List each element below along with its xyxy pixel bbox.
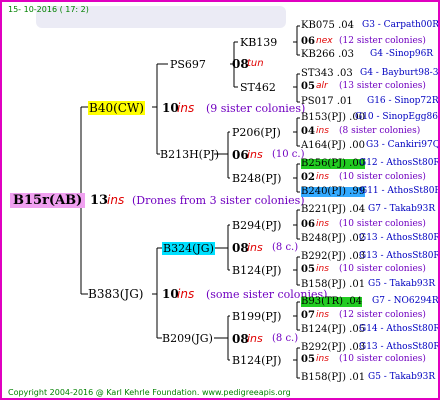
gen2-ins-3: ins	[247, 241, 263, 254]
gen4-id-12[interactable]: B158(PJ) .01	[301, 280, 365, 290]
gen4-line-8: G11 - AthosSt80R	[360, 186, 440, 196]
gen4-line-7: G12 - AthosSt80R	[359, 158, 440, 168]
gen4-line-9: G7 - Takab93R	[368, 204, 436, 214]
gen4-line-1: G3 - Carpath00R	[362, 20, 440, 30]
gen3-queen-2[interactable]: ST462	[240, 82, 276, 93]
gen2-queen-4[interactable]: B209(JG)	[162, 333, 213, 344]
gen2-ins-4: ins	[247, 332, 263, 345]
gen4-id-1[interactable]: KB075 .04	[301, 21, 354, 31]
root-note: (Drones from 3 sister colonies)	[132, 194, 305, 207]
gen4-id-4[interactable]: PS017 .01	[301, 97, 353, 107]
gen3-note-5: (10 sister colonies)	[339, 219, 426, 229]
root-queen[interactable]: B15r(AB)	[10, 193, 86, 208]
gen4-id-10[interactable]: B248(PJ) .02	[301, 234, 365, 244]
gen2-ins-2: ins	[247, 148, 263, 161]
gen3-note-1: (12 sister colonies)	[339, 36, 426, 46]
gen4-line-10: G13 - AthosSt80R	[359, 233, 440, 243]
pedigree-frame: 15- 10-2016 ( 17: 2) B15r(AB) 13 ins (Dr…	[0, 0, 440, 400]
root-ins: ins	[107, 193, 125, 207]
gen2-ins-1: tun	[247, 58, 264, 69]
gen4-line-3: G4 - Bayburt98-3	[360, 68, 439, 78]
gen4-id-3[interactable]: ST343 .03	[301, 69, 353, 79]
gen3-queen-7[interactable]: B199(PJ)	[232, 311, 281, 322]
gen4-id-15[interactable]: B292(PJ) .03	[301, 343, 365, 353]
gen3-queen-5[interactable]: B294(PJ)	[232, 220, 281, 231]
gen3-queen-4[interactable]: B248(PJ)	[232, 173, 281, 184]
gen4-id-11[interactable]: B292(PJ) .03	[301, 252, 365, 262]
gen3-note-6: (10 sister colonies)	[339, 264, 426, 274]
gen3-note-2: (13 sister colonies)	[339, 81, 426, 91]
gen2-note-4: (8 c.)	[272, 333, 299, 344]
gen3-year-7: 07	[301, 310, 315, 321]
gen3-ins-1: nex	[316, 36, 333, 46]
gen4-line-12: G5 - Takab93R	[368, 279, 436, 289]
gen3-year-6: 05	[301, 264, 315, 275]
gen3-ins-5: ins	[316, 219, 329, 229]
gen3-ins-7: ins	[316, 310, 329, 320]
gen3-queen-8[interactable]: B124(PJ)	[232, 355, 281, 366]
gen3-note-3: (8 sister colonies)	[339, 126, 421, 136]
gen2-queen-2[interactable]: B213H(PJ)	[160, 149, 219, 160]
gen3-note-8: (10 sister colonies)	[339, 354, 426, 364]
gen4-line-4: G16 - Sinop72R	[367, 96, 439, 106]
gen4-line-2: G4 -Sinop96R	[370, 49, 434, 59]
gen3-queen-3[interactable]: P206(PJ)	[232, 127, 281, 138]
gen3-queen-6[interactable]: B124(PJ)	[232, 265, 281, 276]
gen3-year-3: 04	[301, 126, 315, 137]
gen3-ins-3: ins	[316, 126, 329, 136]
gen4-line-16: G5 - Takab93R	[368, 372, 436, 382]
gen4-id-6[interactable]: A164(PJ) .00	[301, 141, 365, 151]
gen2-note-3: (8 c.)	[272, 242, 299, 253]
gen3-note-4: (10 sister colonies)	[339, 172, 426, 182]
gen4-id-7[interactable]: B256(PJ) .00	[301, 159, 366, 169]
gen4-line-5: G10 - SinopEgg86R	[355, 112, 440, 122]
gen3-year-4: 02	[301, 172, 315, 183]
footer-copyright: Copyright 2004-2016 @ Karl Kehrle Founda…	[8, 388, 291, 397]
gen3-ins-8: ins	[316, 354, 329, 364]
gen3-year-2: 05	[301, 81, 315, 92]
gen3-ins-4: ins	[316, 172, 329, 182]
gen1-ins-1: ins	[177, 101, 195, 115]
root-year: 13	[90, 193, 109, 208]
gen1-note-1: (9 sister colonies)	[206, 102, 306, 115]
gen4-id-8[interactable]: B240(PJ) .99	[301, 187, 366, 197]
gen3-note-7: (12 sister colonies)	[339, 310, 426, 320]
gen4-line-15: G13 - AthosSt80R	[359, 342, 440, 352]
gen3-ins-6: ins	[316, 264, 329, 274]
gen4-id-14[interactable]: B124(PJ) .05	[301, 325, 365, 335]
gen4-line-14: G14 - AthosSt80R	[359, 324, 440, 334]
gen3-year-5: 06	[301, 219, 315, 230]
gen4-id-13[interactable]: B93(TR) .04	[301, 297, 363, 307]
gen2-note-2: (10 c.)	[272, 149, 305, 160]
gen4-line-6: G3 - Cankiri97Q	[366, 140, 440, 150]
gen4-line-13: G7 - NO6294R	[372, 296, 439, 306]
gen3-year-1: 06	[301, 36, 315, 47]
gen4-id-9[interactable]: B221(PJ) .04	[301, 205, 365, 215]
gen1-queen-2[interactable]: B383(JG)	[88, 288, 143, 300]
gen4-line-11: G13 - AthosSt80R	[359, 251, 440, 261]
gen4-id-16[interactable]: B158(PJ) .01	[301, 373, 365, 383]
gen1-queen-1[interactable]: B40(CW)	[88, 101, 145, 115]
gen4-id-2[interactable]: KB266 .03	[301, 50, 354, 60]
gen3-ins-2: alr	[316, 81, 328, 91]
gen3-year-8: 05	[301, 354, 315, 365]
gen2-queen-3[interactable]: B324(JG)	[162, 242, 215, 255]
gen1-ins-2: ins	[177, 287, 195, 301]
gen3-queen-1[interactable]: KB139	[240, 37, 277, 48]
gen2-queen-1[interactable]: PS697	[170, 59, 206, 70]
